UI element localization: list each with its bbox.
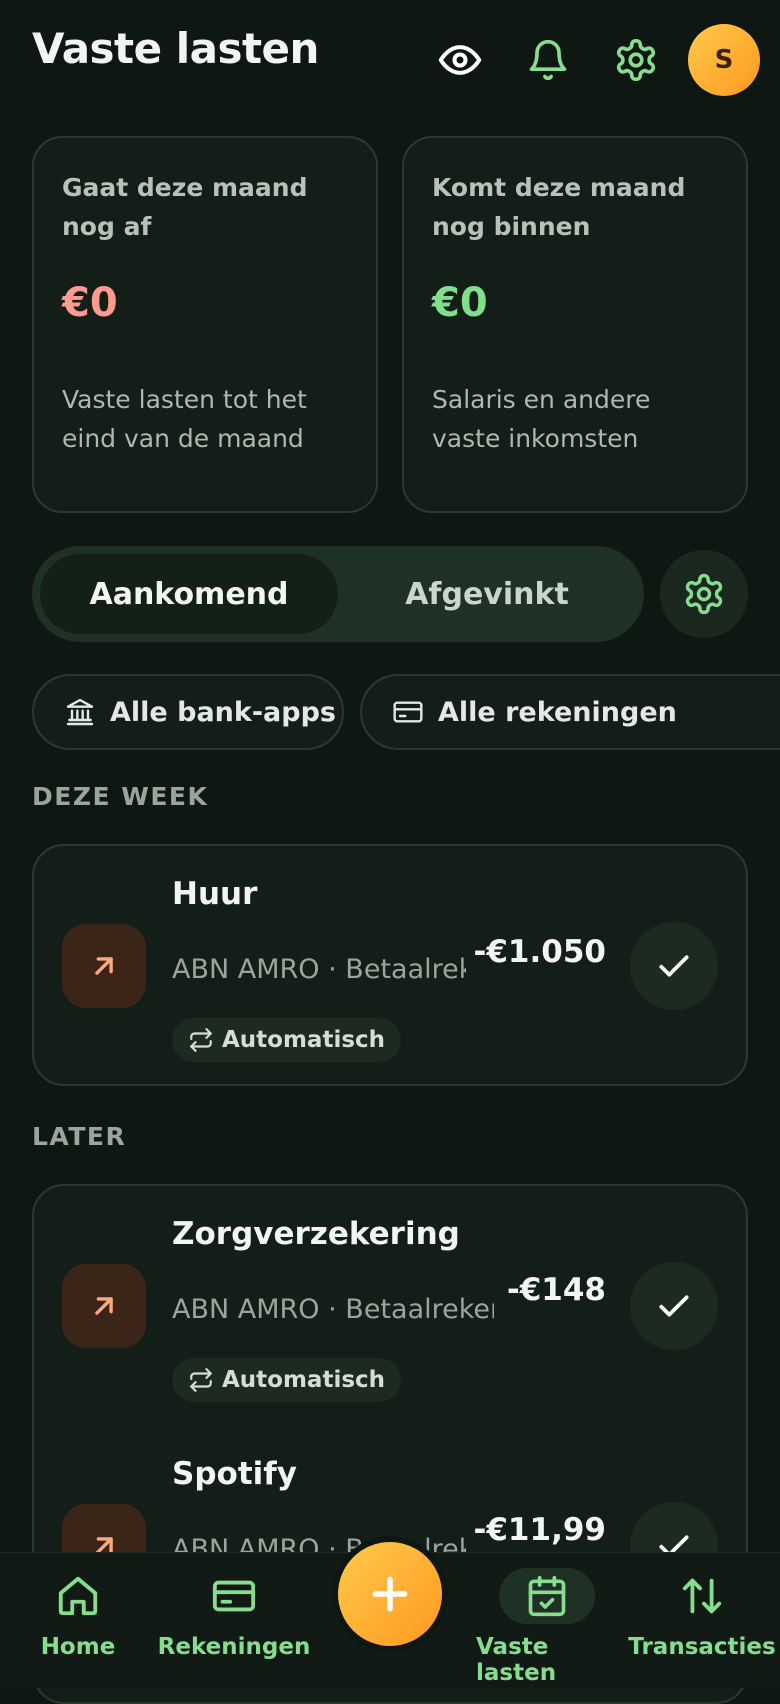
- outgoing-arrow-icon: [62, 924, 146, 1008]
- recurring-badge: Automatisch: [172, 1018, 402, 1062]
- avatar-initial: S: [714, 45, 734, 75]
- list-settings-button[interactable]: [660, 550, 748, 638]
- bank-icon: [66, 698, 94, 726]
- arrows-up-down-icon: [682, 1578, 722, 1614]
- incoming-label: Komt deze maand nog binnen: [432, 173, 686, 241]
- home-icon: [58, 1576, 98, 1616]
- outgoing-summary-card: Gaat deze maand nog af €0 Vaste lasten t…: [32, 136, 378, 513]
- add-button[interactable]: [338, 1542, 442, 1646]
- nav-home-label: Home: [40, 1634, 116, 1660]
- badge-label: Automatisch: [222, 1027, 386, 1053]
- check-button[interactable]: [630, 922, 718, 1010]
- badge-label: Automatisch: [222, 1367, 386, 1393]
- item-account: ABN AMRO · Betaalrekening: [172, 954, 466, 985]
- bank-apps-filter-label: Alle bank-apps: [110, 696, 336, 728]
- nav-fixed-costs-label: Vaste lasten: [476, 1634, 557, 1686]
- outgoing-amount: €0: [62, 280, 118, 326]
- item-amount: -€1.050: [473, 934, 607, 970]
- list-item[interactable]: Huur ABN AMRO · Betaalrekening -€1.050 A…: [32, 844, 748, 1086]
- check-button[interactable]: [630, 1262, 718, 1350]
- item-name: Huur: [172, 876, 258, 912]
- outgoing-description: Vaste lasten tot het eind van de maand: [62, 385, 307, 453]
- calendar-check-icon: [528, 1575, 566, 1617]
- repeat-icon: [190, 1368, 212, 1392]
- bell-icon[interactable]: [516, 28, 580, 92]
- item-amount: -€148: [506, 1272, 606, 1308]
- outgoing-label: Gaat deze maand nog af: [62, 173, 308, 241]
- check-icon: [659, 955, 689, 977]
- tab-upcoming[interactable]: Aankomend: [40, 554, 338, 634]
- nav-home[interactable]: Home: [38, 1568, 118, 1660]
- outgoing-arrow-icon: [62, 1264, 146, 1348]
- section-header-later: LATER: [32, 1122, 127, 1151]
- item-name[interactable]: Zorgverzekering: [172, 1216, 460, 1252]
- incoming-description: Salaris en andere vaste inkomsten: [432, 385, 651, 453]
- item-account: ABN AMRO · Betaalrekening: [172, 1294, 494, 1325]
- nav-fixed-costs[interactable]: Vaste lasten: [476, 1568, 618, 1686]
- gear-icon[interactable]: [604, 28, 668, 92]
- nav-accounts-label: Rekeningen: [157, 1634, 311, 1660]
- card-icon: [212, 1580, 256, 1612]
- item-amount: -€11,99: [473, 1512, 607, 1548]
- accounts-filter-label: Alle rekeningen: [438, 696, 677, 728]
- nav-transactions[interactable]: Transacties: [628, 1568, 776, 1660]
- accounts-filter[interactable]: Alle rekeningen: [360, 674, 780, 750]
- nav-accounts[interactable]: Rekeningen: [158, 1568, 310, 1660]
- incoming-summary-card: Komt deze maand nog binnen €0 Salaris en…: [402, 136, 748, 513]
- repeat-icon: [190, 1028, 212, 1052]
- card-icon: [393, 701, 423, 723]
- incoming-amount: €0: [432, 280, 488, 326]
- avatar[interactable]: S: [688, 24, 760, 96]
- section-header-this-week: DEZE WEEK: [32, 782, 209, 811]
- recurring-badge: Automatisch: [172, 1358, 402, 1402]
- plus-icon: [372, 1576, 408, 1612]
- nav-transactions-label: Transacties: [628, 1634, 776, 1660]
- bank-apps-filter[interactable]: Alle bank-apps: [32, 674, 344, 750]
- eye-icon[interactable]: [428, 28, 492, 92]
- gear-icon: [685, 573, 723, 615]
- check-icon: [659, 1295, 689, 1317]
- tab-checked[interactable]: Afgevinkt: [338, 554, 636, 634]
- item-name[interactable]: Spotify: [172, 1456, 297, 1492]
- page-title: Vaste lasten: [32, 24, 319, 73]
